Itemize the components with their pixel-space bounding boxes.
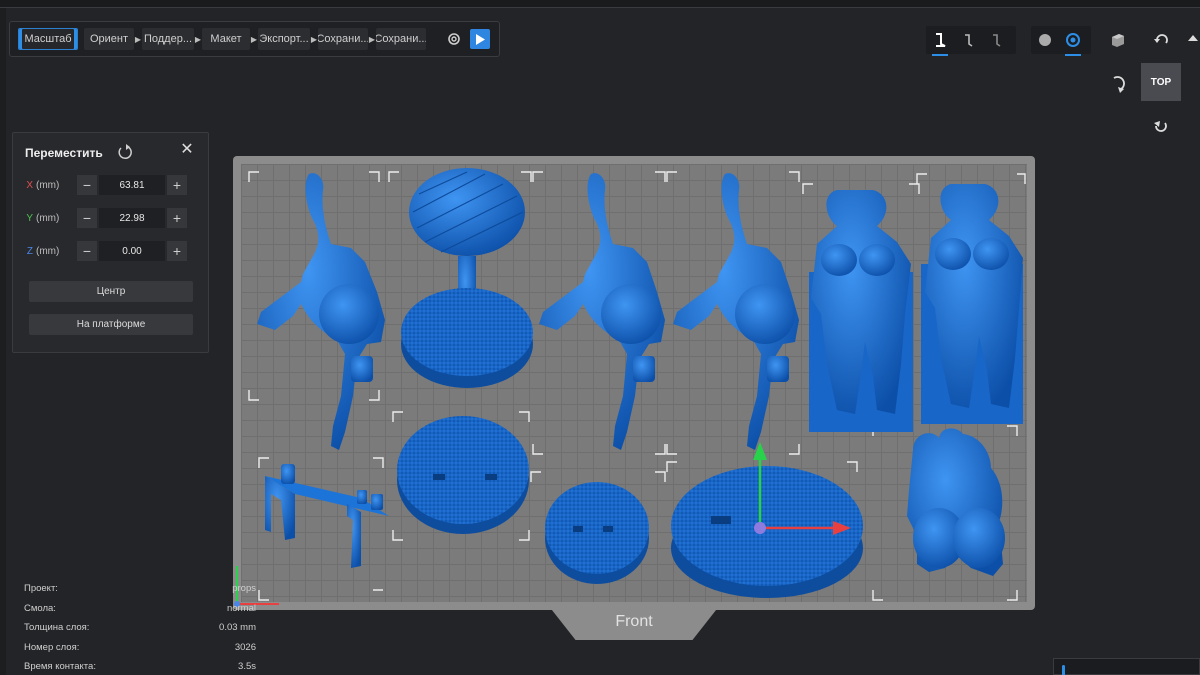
model-bust [907, 428, 1005, 576]
x-row: X (mm) − 63.81 + [13, 174, 210, 196]
model-figure-3 [673, 173, 799, 450]
panel-title: Переместить [25, 146, 103, 160]
rotate-down-icon[interactable] [1147, 112, 1175, 140]
workflow-step-export[interactable]: Экспорт... [258, 28, 310, 50]
xray-shading-icon[interactable] [1059, 26, 1087, 56]
y-plus-button[interactable]: + [167, 208, 187, 228]
model-figure-1 [257, 173, 385, 450]
settings-gear-icon[interactable] [444, 29, 464, 49]
model-figure-2 [539, 173, 665, 450]
reset-icon[interactable] [116, 143, 134, 161]
move-panel: Переместить ✕ X (mm) − 63.81 + Y (mm) − … [12, 132, 209, 353]
info-layer-count: Номер слоя: 3026 [24, 641, 256, 653]
center-button[interactable]: Центр [29, 281, 193, 302]
front-tab: Front [548, 605, 720, 640]
model-base-large-1 [397, 416, 529, 534]
rotate-up-icon[interactable] [1186, 26, 1200, 54]
step-arrow-icon: ▶ [194, 34, 202, 44]
workflow-step-orient[interactable]: Ориент [84, 28, 134, 50]
solid-shading-icon[interactable] [1031, 26, 1059, 54]
x-value-input[interactable]: 63.81 [99, 175, 165, 195]
x-minus-button[interactable]: − [77, 175, 97, 195]
y-unit: (mm) [36, 212, 60, 224]
info-exposure: Время контакта: 3.5s [24, 661, 256, 672]
z-minus-button[interactable]: − [77, 241, 97, 261]
z-axis-label: Z [26, 245, 33, 257]
x-unit: (mm) [36, 179, 60, 191]
model-table [401, 168, 533, 388]
models-scene[interactable] [241, 164, 1027, 602]
tool-mode-1-icon[interactable] [926, 26, 954, 56]
workflow-step-scale[interactable]: Масштаб [18, 28, 78, 50]
left-edge [0, 8, 6, 675]
view-top-button[interactable]: TOP [1141, 63, 1181, 101]
z-plus-button[interactable]: + [167, 241, 187, 261]
z-unit: (mm) [36, 245, 60, 257]
z-row: Z (mm) − 0.00 + [13, 240, 210, 262]
info-layer-thickness: Толщина слоя: 0.03 mm [24, 622, 256, 633]
tool-mode-2-icon[interactable] [954, 26, 982, 54]
model-seated-figure-2 [921, 184, 1023, 424]
project-info: Проект: props Смола: normal Толщина слоя… [24, 580, 256, 675]
step-arrow-icon: ▶ [310, 34, 318, 44]
y-minus-button[interactable]: − [77, 208, 97, 228]
front-label: Front [615, 613, 653, 630]
z-value-input[interactable]: 0.00 [99, 241, 165, 261]
info-project: Проект: props [24, 583, 256, 594]
workflow-bar: Масштаб Ориент ▶ Поддер... ▶ Макет ▶ Экс… [9, 21, 500, 57]
workflow-step-save-1[interactable]: Сохрани... [318, 28, 368, 50]
y-axis-label: Y [26, 212, 33, 224]
on-platform-button[interactable]: На платформе [29, 314, 193, 335]
info-resin: Смола: normal [24, 602, 256, 614]
shading-toolbar [1031, 26, 1091, 56]
workflow-step-supports[interactable]: Поддер... [142, 28, 194, 50]
build-plate[interactable] [233, 156, 1035, 610]
x-plus-button[interactable]: + [167, 175, 187, 195]
workflow-step-save-2[interactable]: Сохрани... [376, 28, 426, 50]
y-value-input[interactable]: 22.98 [99, 208, 165, 228]
step-arrow-icon: ▶ [368, 34, 376, 44]
rotate-ccw-icon[interactable] [1103, 70, 1131, 98]
tool-mode-3-icon[interactable] [982, 26, 1010, 54]
model-seated-figure-1 [809, 190, 913, 432]
layer-slider[interactable] [1053, 658, 1200, 675]
step-arrow-icon: ▶ [134, 34, 142, 44]
model-desk [265, 464, 389, 568]
mode-toolbar [926, 26, 1016, 56]
close-icon[interactable]: ✕ [178, 141, 196, 159]
workflow-step-layout[interactable]: Макет [202, 28, 250, 50]
top-edge [0, 0, 1200, 8]
y-row: Y (mm) − 22.98 + [13, 207, 210, 229]
model-base-small [545, 482, 649, 584]
start-play-button[interactable] [470, 29, 490, 49]
cube-view-icon[interactable] [1104, 26, 1132, 54]
plate-grid [241, 164, 1027, 602]
x-axis-label: X [26, 179, 33, 191]
rotate-left-icon[interactable] [1147, 26, 1175, 54]
step-arrow-icon: ▶ [250, 34, 258, 44]
